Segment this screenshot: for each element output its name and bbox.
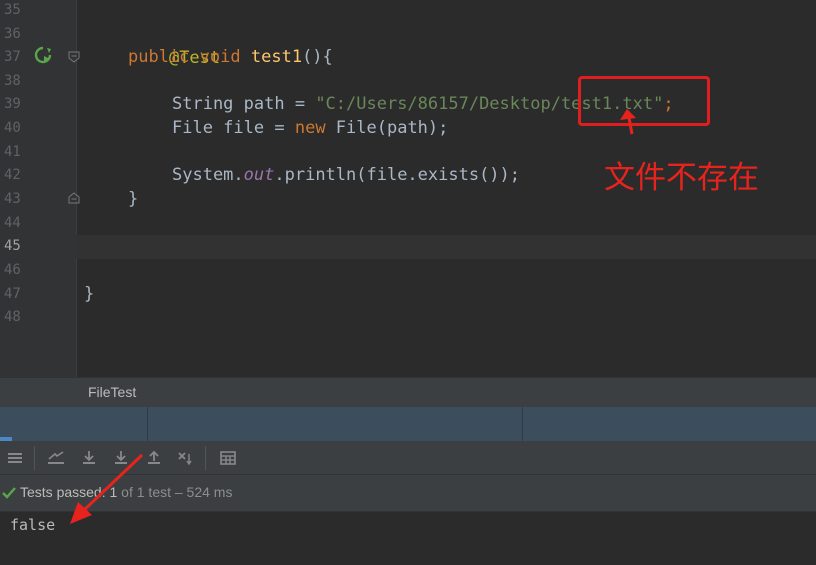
- test-status-text: Tests passed: 1 of 1 test – 524 ms: [20, 484, 232, 500]
- code-line-37: public void test1(){: [128, 45, 333, 69]
- run-toolbar: [0, 441, 816, 475]
- call-token: .println(file.exists());: [274, 165, 521, 185]
- status-prefix: Tests passed:: [20, 484, 110, 500]
- line-number-current: 45: [4, 238, 21, 254]
- sort-icon[interactable]: [175, 447, 197, 469]
- run-test-icon[interactable]: [34, 46, 52, 64]
- code-line-42: System.out.println(file.exists());: [172, 163, 520, 187]
- line-number: 47: [4, 286, 21, 302]
- code-line-43: }: [128, 187, 138, 211]
- code-line-40: File file = new File(path);: [172, 116, 448, 140]
- up-icon[interactable]: [143, 447, 165, 469]
- highlight-box: [578, 76, 710, 126]
- list-icon[interactable]: [4, 447, 26, 469]
- code-line-36: @Test: [128, 22, 220, 68]
- header-divider: [147, 407, 148, 441]
- var-token: file =: [212, 118, 295, 138]
- line-number: 48: [4, 309, 21, 325]
- editor-breadcrumb-bar: FileTest: [0, 377, 816, 408]
- var-token: path =: [233, 94, 316, 114]
- line-number: 40: [4, 120, 21, 136]
- brace-token: }: [128, 189, 139, 209]
- method-name-token: test1: [250, 47, 303, 67]
- status-suffix: of 1 test – 524 ms: [117, 484, 233, 500]
- check-icon: [2, 487, 16, 499]
- rerun-icon[interactable]: [45, 447, 67, 469]
- import-icon[interactable]: [78, 447, 100, 469]
- line-number: 36: [4, 26, 21, 42]
- line-number: 38: [4, 73, 21, 89]
- console-output[interactable]: false: [0, 511, 816, 565]
- toolbar-divider: [205, 446, 206, 470]
- line-number: 37: [4, 49, 21, 65]
- file-tab[interactable]: FileTest: [88, 384, 136, 400]
- line-number: 42: [4, 167, 21, 183]
- console-text: false: [10, 516, 56, 534]
- ctor-token: File(path);: [325, 118, 449, 138]
- punct-token: (){: [302, 47, 333, 67]
- fold-icon[interactable]: [68, 51, 80, 63]
- grid-icon[interactable]: [217, 447, 239, 469]
- fold-icon[interactable]: [68, 192, 80, 204]
- brace-token: }: [84, 284, 95, 304]
- header-divider: [522, 407, 523, 441]
- code-line-47: }: [84, 282, 94, 306]
- code-editor[interactable]: 35 36 37 38 39 40 41 42 43 44 45 46 47 4…: [0, 0, 816, 377]
- line-gutter: 35 36 37 38 39 40 41 42 43 44 45 46 47 4…: [0, 0, 80, 377]
- line-number: 46: [4, 262, 21, 278]
- line-number: 43: [4, 191, 21, 207]
- current-line-highlight: [76, 235, 816, 259]
- keyword-token: public: [128, 47, 190, 67]
- line-number: 39: [4, 96, 21, 112]
- run-panel-header: [0, 407, 816, 441]
- annotation-note: 文件不存在: [604, 160, 759, 196]
- type-token: File: [172, 118, 213, 138]
- toolbar-divider: [34, 446, 35, 470]
- keyword-token: new: [294, 118, 326, 138]
- keyword-token: void: [199, 47, 241, 67]
- line-number: 35: [4, 2, 21, 18]
- type-token: String: [172, 94, 234, 114]
- class-token: System.: [172, 165, 244, 185]
- export-icon[interactable]: [110, 447, 132, 469]
- static-field-token: out: [243, 165, 275, 185]
- line-number: 44: [4, 215, 21, 231]
- test-status-bar: Tests passed: 1 of 1 test – 524 ms: [0, 475, 816, 511]
- line-number: 41: [4, 144, 21, 160]
